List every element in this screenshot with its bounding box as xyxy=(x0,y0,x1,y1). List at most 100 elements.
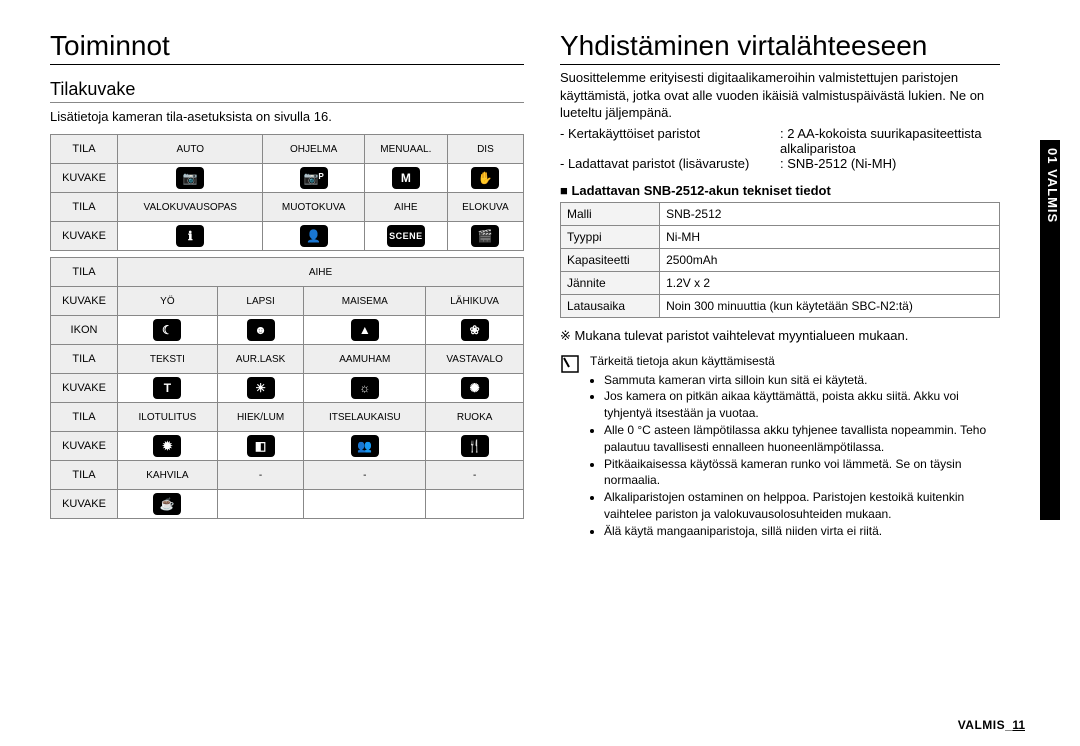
firework-icon: ✹ xyxy=(153,435,181,457)
mode-label: KAHVILA xyxy=(118,461,218,490)
spec-val: 1.2V x 2 xyxy=(660,271,1000,294)
mode-icon-cell: SCENE xyxy=(364,222,447,251)
hand-icon: ✋ xyxy=(471,167,499,189)
mode-label: DIS xyxy=(447,135,523,164)
row-label: TILA xyxy=(51,193,118,222)
side-tab: 01 VALMIS xyxy=(1040,140,1060,520)
left-lead: Lisätietoja kameran tila-asetuksista on … xyxy=(50,109,524,124)
note-icon xyxy=(560,354,580,374)
mode-icon-cell: T xyxy=(118,374,218,403)
spec-key: Kapasiteetti xyxy=(561,248,660,271)
landscape-icon: ▲ xyxy=(351,319,379,341)
spec-val: Ni-MH xyxy=(660,225,1000,248)
selftimer-icon: 👥 xyxy=(351,435,379,457)
mode-icon-cell: M xyxy=(364,164,447,193)
scene-icon: SCENE xyxy=(387,225,425,247)
mode-icon-cell xyxy=(426,490,524,519)
right-column: Yhdistäminen virtalähteeseen Suosittelem… xyxy=(540,30,1030,728)
mode-label: TEKSTI xyxy=(118,345,218,374)
page-number: 11 xyxy=(1012,718,1025,732)
mode-label: MENUAAL. xyxy=(364,135,447,164)
spec-key: Tyyppi xyxy=(561,225,660,248)
info-item: Jos kamera on pitkän aikaa käyttämättä, … xyxy=(604,388,1000,422)
battery-val: : SNB-2512 (Ni-MH) xyxy=(780,156,1000,171)
mode-label: OHJELMA xyxy=(263,135,364,164)
mode-label: VASTAVALO xyxy=(426,345,524,374)
battery-key: - Ladattavat paristot (lisävaruste) xyxy=(560,156,780,171)
mode-icon-cell: 📷ᴾ xyxy=(263,164,364,193)
cafe-icon: ☕ xyxy=(153,493,181,515)
mode-icon-cell: 🎬 xyxy=(447,222,523,251)
dawn-icon: ☼ xyxy=(351,377,379,399)
left-title: Toiminnot xyxy=(50,30,524,65)
spec-val: 2500mAh xyxy=(660,248,1000,271)
mode-label: AAMUHAM xyxy=(304,345,426,374)
mode-icon-cell xyxy=(217,490,304,519)
guide-icon: ℹ xyxy=(176,225,204,247)
footer-label: VALMIS_ xyxy=(958,718,1013,732)
spec-key: Latausaika xyxy=(561,294,660,317)
mode-label: - xyxy=(304,461,426,490)
spec-key: Malli xyxy=(561,202,660,225)
spec-subhead: Ladattavan SNB-2512-akun tekniset tiedot xyxy=(560,183,1000,198)
spec-key: Jännite xyxy=(561,271,660,294)
mode-icon-cell: ☼ xyxy=(304,374,426,403)
mode-icon-cell: ❀ xyxy=(426,316,524,345)
mode-icon-cell: ▲ xyxy=(304,316,426,345)
camera-icon: 📷 xyxy=(176,167,204,189)
battery-val: : 2 AA-kokoista suurikapasiteettista alk… xyxy=(780,126,1000,156)
left-subtitle: Tilakuvake xyxy=(50,79,524,103)
mode-table-2: TILA AIHE KUVAKEYÖLAPSIMAISEMALÄHIKUVAIK… xyxy=(50,257,524,519)
mode-label: MUOTOKUVA xyxy=(263,193,364,222)
right-title: Yhdistäminen virtalähteeseen xyxy=(560,30,1000,65)
page: Toiminnot Tilakuvake Lisätietoja kameran… xyxy=(0,0,1080,746)
mode-table-1: TILAAUTOOHJELMAMENUAAL.DISKUVAKE📷📷ᴾM✋TIL… xyxy=(50,134,524,251)
text-icon: T xyxy=(153,377,181,399)
row-label: KUVAKE xyxy=(51,164,118,193)
row-label: TILA xyxy=(51,135,118,164)
battery-list: - Kertakäyttöiset paristot: 2 AA-kokoist… xyxy=(560,126,1000,171)
sunset-icon: ☀ xyxy=(247,377,275,399)
mode-icon-cell: 📷 xyxy=(118,164,263,193)
row-label: KUVAKE xyxy=(51,287,118,316)
child-icon: ☻ xyxy=(247,319,275,341)
mode-icon-cell: ℹ xyxy=(118,222,263,251)
mode-label: ITSELAUKAISU xyxy=(304,403,426,432)
night-icon: ☾ xyxy=(153,319,181,341)
mode-label: - xyxy=(217,461,304,490)
table2-aihe-header: AIHE xyxy=(118,258,524,287)
mode-icon-cell: 👤 xyxy=(263,222,364,251)
camera-p-icon: 📷ᴾ xyxy=(300,167,328,189)
mode-icon-cell: ✺ xyxy=(426,374,524,403)
mode-label: HIEK/LUM xyxy=(217,403,304,432)
info-item: Alkaliparistojen ostaminen on helppoa. P… xyxy=(604,489,1000,523)
info-item: Sammuta kameran virta silloin kun sitä e… xyxy=(604,372,1000,389)
mode-label: LAPSI xyxy=(217,287,304,316)
battery-key: - Kertakäyttöiset paristot xyxy=(560,126,780,156)
spec-table: MalliSNB-2512TyyppiNi-MHKapasiteetti2500… xyxy=(560,202,1000,318)
intro-paragraphs: Suosittelemme erityisesti digitaalikamer… xyxy=(560,69,1000,122)
portrait-icon: 👤 xyxy=(300,225,328,247)
info-list: Sammuta kameran virta silloin kun sitä e… xyxy=(590,372,1000,540)
mode-label: - xyxy=(426,461,524,490)
info-item: Pitkäaikaisessa käytössä kameran runko v… xyxy=(604,456,1000,490)
movie-icon: 🎬 xyxy=(471,225,499,247)
mode-icon-cell: ◧ xyxy=(217,432,304,461)
row-label: IKON xyxy=(51,316,118,345)
spec-note: ※ Mukana tulevat paristot vaihtelevat my… xyxy=(560,328,1000,344)
row-label: KUVAKE xyxy=(51,432,118,461)
closeup-icon: ❀ xyxy=(461,319,489,341)
intro-paragraph: Suosittelemme erityisesti digitaalikamer… xyxy=(560,69,1000,122)
page-footer: VALMIS_11 xyxy=(958,718,1025,732)
spec-val: SNB-2512 xyxy=(660,202,1000,225)
info-item: Älä käytä mangaaniparistoja, sillä niide… xyxy=(604,523,1000,540)
row-label: KUVAKE xyxy=(51,222,118,251)
row-label: KUVAKE xyxy=(51,490,118,519)
row-label: TILA xyxy=(51,345,118,374)
mode-icon-cell: ☀ xyxy=(217,374,304,403)
backlight-icon: ✺ xyxy=(461,377,489,399)
row-label: KUVAKE xyxy=(51,374,118,403)
mode-icon-cell xyxy=(304,490,426,519)
mode-label: VALOKUVAUSOPAS xyxy=(118,193,263,222)
mode-icon-cell: ✹ xyxy=(118,432,218,461)
